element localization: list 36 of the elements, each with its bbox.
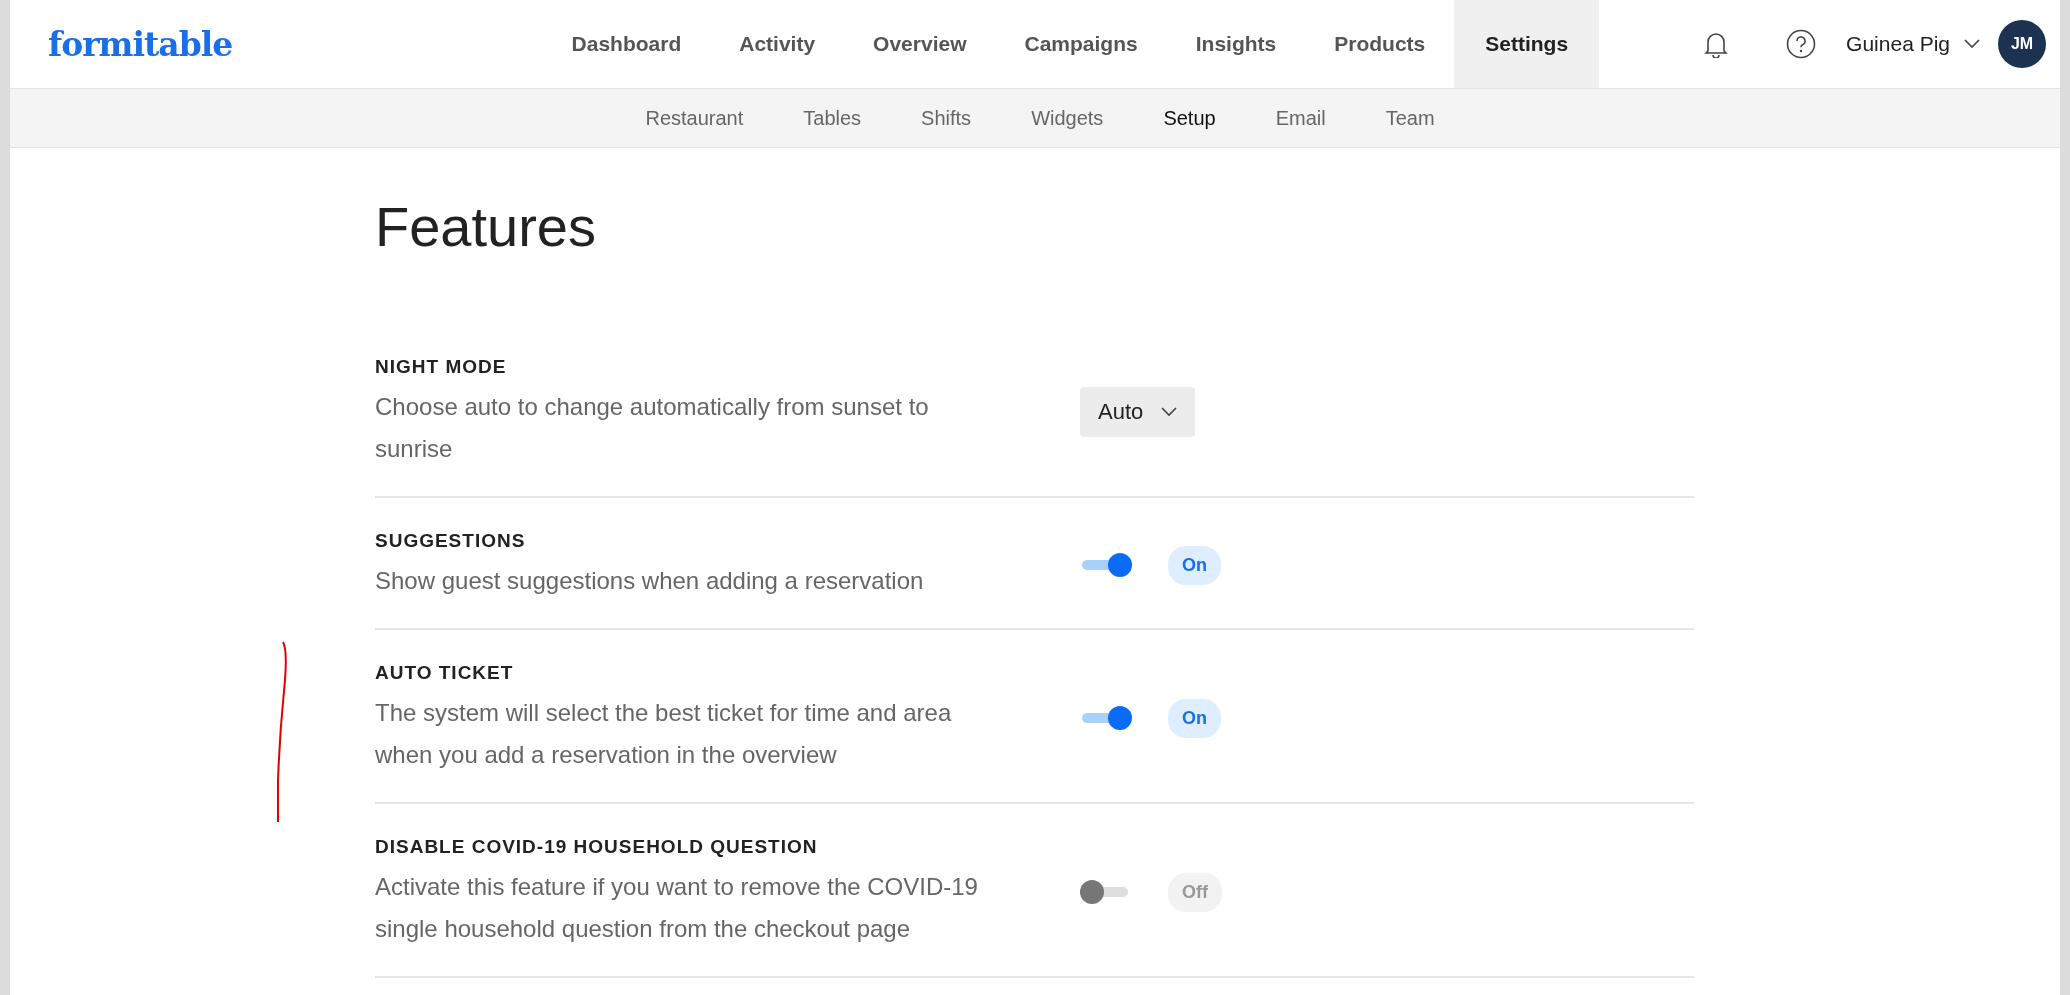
feature-description: Activate this feature if you want to remove the COVID-19 single household question from the checkout page <box>375 872 979 944</box>
nav-tab[interactable]: Products <box>1305 0 1455 88</box>
nav-tab[interactable]: Campaigns <box>995 0 1167 88</box>
user-avatar[interactable]: JM <box>1998 20 2046 68</box>
feature-title: NIGHT MODE <box>375 355 508 379</box>
chevron-down-icon <box>1964 39 1980 49</box>
status-badge: Off <box>1168 872 1222 912</box>
help-icon[interactable] <box>1786 29 1817 59</box>
nav-tab[interactable]: Insights <box>1166 0 1306 88</box>
subnav-tab[interactable]: Email <box>1275 106 1326 130</box>
subnav-tab[interactable]: Restaurant <box>645 106 744 130</box>
toggle-switch[interactable] <box>1080 553 1132 577</box>
nav-tab[interactable]: Overview <box>844 0 996 88</box>
subnav-tab[interactable]: Team <box>1385 106 1435 130</box>
nav-tab[interactable]: Settings <box>1454 0 1600 88</box>
status-badge: On <box>1168 698 1221 738</box>
subnav-tab[interactable]: Tables <box>803 106 862 130</box>
feature-description: Choose auto to change automatically from sunset to sunrise <box>375 392 930 464</box>
subnav-tab[interactable]: Widgets <box>1031 106 1104 130</box>
night-mode-select[interactable]: Auto <box>1080 387 1196 437</box>
status-badge: On <box>1168 545 1221 585</box>
logo[interactable]: formitable <box>48 24 233 64</box>
feature-description: Show guest suggestions when adding a reservation <box>375 566 925 596</box>
page-title: Features <box>375 194 597 260</box>
feature-title: DISABLE COVID-19 HOUSEHOLD QUESTION <box>375 835 819 859</box>
user-menu[interactable]: Guinea Pig <box>1846 32 1980 56</box>
feature-title: AUTO TICKET <box>375 661 515 685</box>
nav-tab[interactable]: Activity <box>710 0 845 88</box>
subnav-tab[interactable]: Shifts <box>921 106 972 130</box>
feature-title: SUGGESTIONS <box>375 529 527 553</box>
toggle-switch[interactable] <box>1080 706 1132 730</box>
chevron-down-icon <box>1161 407 1178 417</box>
subnav-tab[interactable]: Setup <box>1163 106 1216 130</box>
feature-description: The system will select the best ticket for time and area when you add a reservation in the overview <box>375 698 953 770</box>
nav-tab[interactable]: Dashboard <box>542 0 711 88</box>
bell-icon[interactable] <box>1704 30 1729 58</box>
